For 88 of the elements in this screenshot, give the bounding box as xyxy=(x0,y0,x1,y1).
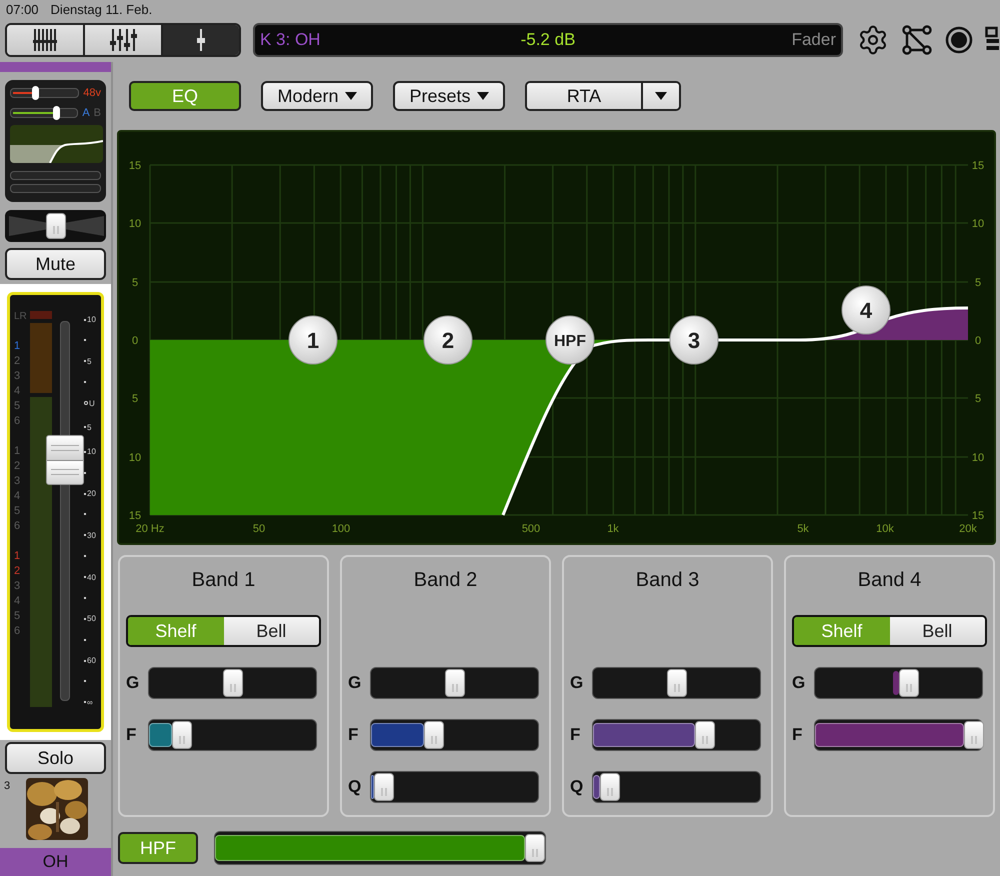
band-title: Band 1 xyxy=(190,568,256,593)
aux-number: 4 xyxy=(14,594,22,609)
band-title: Band 2 xyxy=(412,568,478,593)
shape-option[interactable]: Bell xyxy=(224,617,319,645)
scale-label: ∞ xyxy=(87,698,93,707)
slider-label: F xyxy=(348,724,360,746)
axis-label: 500 xyxy=(522,523,540,535)
axis-label: 15 xyxy=(972,160,984,172)
eq-node[interactable]: 3 xyxy=(670,316,718,364)
axis-label: 5 xyxy=(974,277,982,289)
scale-label: 10 xyxy=(87,447,96,456)
display-mode: Fader xyxy=(790,29,836,52)
aux-number: 3 xyxy=(14,579,22,594)
aux-number: 2 xyxy=(14,459,22,474)
input-select[interactable]: A xyxy=(82,104,90,122)
axis-label: 0 xyxy=(974,335,982,347)
axis-label: 10k xyxy=(876,523,894,535)
axis-label: 50 xyxy=(252,523,266,535)
scale-label: 60 xyxy=(87,656,96,665)
mode-dropdown[interactable]: Modern xyxy=(261,81,373,111)
slider-label: Q xyxy=(348,776,360,798)
slider-label: G xyxy=(348,672,360,694)
scale-label: 5 xyxy=(87,356,92,366)
axis-label: 10 xyxy=(128,452,142,464)
phantom-power-label[interactable]: 48v xyxy=(83,84,101,102)
axis-label: 10 xyxy=(128,218,142,230)
axis-label: 15 xyxy=(128,160,142,172)
axis-label: 5 xyxy=(132,393,138,405)
aux-number: 1 xyxy=(14,339,22,354)
aux-number: 4 xyxy=(14,384,22,399)
bus-label: LR xyxy=(14,310,26,324)
channel-name: K 3: OH xyxy=(260,29,322,52)
status-date: Dienstag 11. Feb. xyxy=(50,1,152,20)
slider-label: F xyxy=(792,724,804,746)
solo-button[interactable]: Solo xyxy=(5,742,106,774)
aux-number: 4 xyxy=(14,489,22,504)
shape-option[interactable]: Bell xyxy=(890,617,985,645)
axis-label: 15 xyxy=(972,510,984,522)
axis-label: 1k xyxy=(607,523,619,535)
aux-number: 2 xyxy=(14,564,22,579)
aux-number: 3 xyxy=(14,474,22,489)
level-reading: -5.2 dB xyxy=(520,29,576,52)
slider-label: G xyxy=(792,672,804,694)
aux-number: 3 xyxy=(14,369,22,384)
slider-label: F xyxy=(126,724,138,746)
channel-number: 3 xyxy=(4,779,12,794)
aux-number: 1 xyxy=(14,444,22,459)
band-title: Band 4 xyxy=(856,568,922,593)
axis-label: 5 xyxy=(974,393,982,405)
axis-label: 100 xyxy=(332,523,350,535)
eq-node[interactable]: 4 xyxy=(842,286,890,334)
slider-label: Q xyxy=(570,776,582,798)
scale-label: 20 xyxy=(87,489,96,498)
eq-node[interactable]: 1 xyxy=(288,316,338,364)
axis-label: 10 xyxy=(972,218,984,230)
slider-label: F xyxy=(570,724,582,746)
aux-number: 6 xyxy=(14,624,22,639)
scale-label: 40 xyxy=(87,572,96,582)
scale-label: 50 xyxy=(87,614,96,624)
slider-label: G xyxy=(570,672,582,694)
channel-label: OH xyxy=(0,848,111,876)
scale-label: 5 xyxy=(87,422,92,432)
slider-label: G xyxy=(126,672,138,694)
presets-dropdown[interactable]: Presets xyxy=(393,81,505,111)
rta-toggle[interactable]: RTA xyxy=(527,83,641,109)
axis-label: 0 xyxy=(132,335,138,347)
scale-label: 30 xyxy=(87,530,96,540)
axis-label: 5 xyxy=(132,277,138,289)
aux-number: 1 xyxy=(14,549,22,564)
scale-label: 10 xyxy=(87,315,96,324)
eq-node[interactable]: 2 xyxy=(424,316,472,364)
aux-number: 6 xyxy=(14,519,22,534)
eq-node[interactable]: HPF xyxy=(546,316,594,364)
axis-label: 15 xyxy=(128,510,142,522)
axis-label: 20 Hz xyxy=(136,523,164,535)
band-title: Band 3 xyxy=(634,568,700,593)
mute-button[interactable]: Mute xyxy=(5,248,106,280)
aux-number: 6 xyxy=(14,414,22,429)
axis-label: 5k xyxy=(797,523,809,535)
aux-number: 5 xyxy=(14,609,22,624)
status-time: 07:00 xyxy=(6,1,39,20)
scale-label: U xyxy=(89,398,95,408)
eq-graph[interactable]: 15 10 5 0 5 10 15 15 10 5 0 5 10 15 20 Hz 50 100 500 1k 5k 10k 20k 1 2 HPF 3 4 xyxy=(117,130,996,545)
aux-number: 2 xyxy=(14,354,22,369)
axis-label: 20k xyxy=(959,523,977,535)
aux-number: 5 xyxy=(14,399,22,414)
aux-number: 5 xyxy=(14,504,22,519)
axis-label: 10 xyxy=(972,452,984,464)
